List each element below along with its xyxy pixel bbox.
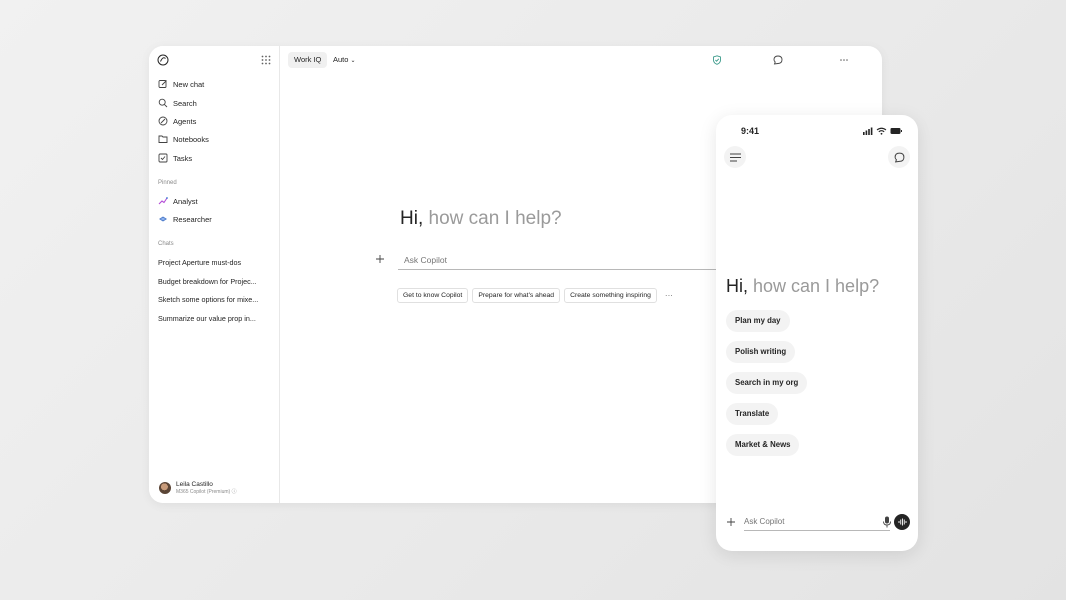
chat-item[interactable]: Summarize our value prop in... — [158, 314, 268, 323]
chat-item[interactable]: Budget breakdown for Projec... — [158, 277, 268, 286]
nav-notebooks[interactable]: Notebooks — [158, 132, 209, 146]
sidebar: New chat Search Agents Notebooks Tasks P… — [149, 46, 280, 503]
agents-icon — [158, 116, 168, 126]
nav-new-chat[interactable]: New chat — [158, 77, 204, 91]
chat-item[interactable]: Project Aperture must-dos — [158, 258, 268, 267]
microphone-icon[interactable] — [882, 516, 892, 528]
compose-icon — [158, 80, 167, 88]
voice-wave-icon — [898, 518, 906, 526]
work-iq-toggle[interactable]: Work IQ — [288, 52, 328, 68]
more-options-icon[interactable] — [839, 55, 849, 65]
suggestion-chip[interactable]: Translate — [726, 403, 779, 425]
menu-icon — [729, 153, 741, 161]
status-time: 9:41 — [741, 126, 760, 136]
nav-label: Search — [173, 98, 197, 108]
suggestion-chip[interactable]: Market & News — [726, 434, 800, 456]
add-icon[interactable] — [726, 517, 736, 527]
mode-dropdown[interactable]: Auto ⌄ — [333, 52, 356, 68]
ask-copilot-input[interactable] — [744, 513, 890, 531]
chats-section-label: Chats — [158, 241, 174, 247]
suggestion-chip[interactable]: Plan my day — [726, 310, 790, 332]
avatar — [159, 482, 171, 494]
user-profile[interactable]: Leila Castillo M365 Copilot (Premium) ⓘ — [159, 479, 237, 497]
nav-agents[interactable]: Agents — [158, 114, 196, 128]
nav-label: Tasks — [173, 153, 193, 163]
voice-mode-button[interactable] — [894, 514, 910, 530]
add-icon[interactable] — [375, 254, 385, 264]
pinned-item-analyst[interactable]: Analyst — [158, 194, 198, 208]
status-bar-icons — [863, 127, 902, 135]
nav-label: Notebooks — [173, 134, 209, 144]
info-icon: ⓘ — [231, 488, 237, 495]
suggestion-chip[interactable]: Search in my org — [726, 372, 808, 394]
ask-copilot-input[interactable] — [398, 250, 728, 270]
pinned-item-researcher[interactable]: Researcher — [158, 212, 212, 226]
nav-label: Agents — [173, 116, 197, 126]
suggestion-chip[interactable]: Polish writing — [726, 341, 796, 363]
nav-label: Researcher — [173, 214, 212, 224]
menu-button[interactable] — [724, 146, 746, 168]
greeting: Hi, how can I help? — [726, 276, 880, 296]
new-chat-button[interactable] — [888, 146, 910, 168]
suggestion-chip[interactable]: Get to know Copilot — [397, 288, 469, 303]
nav-label: Analyst — [173, 196, 198, 206]
chat-item[interactable]: Sketch some options for mixe... — [158, 295, 268, 304]
new-chat-icon[interactable] — [773, 55, 783, 65]
nav-search[interactable]: Search — [158, 96, 197, 110]
phone-mockup: 9:41 Hi, how can I help? Plan my day Pol… — [716, 115, 918, 551]
greeting: Hi, how can I help? — [400, 208, 562, 229]
app-launcher-icon[interactable] — [261, 55, 271, 65]
nav-tasks[interactable]: Tasks — [158, 151, 192, 165]
more-suggestions-button[interactable]: ··· — [665, 291, 673, 300]
search-icon — [158, 98, 168, 108]
composer — [726, 511, 910, 533]
tasks-icon — [158, 153, 168, 163]
notebook-icon — [158, 135, 168, 143]
analyst-icon — [158, 197, 168, 205]
shield-icon[interactable] — [712, 55, 722, 65]
user-name: Leila Castillo — [176, 480, 213, 488]
user-plan: M365 Copilot (Premium) ⓘ — [176, 488, 237, 495]
top-bar: Work IQ Auto ⌄ — [288, 52, 874, 68]
nav-label: New chat — [173, 79, 205, 89]
suggestion-chip[interactable]: Prepare for what's ahead — [472, 288, 561, 303]
suggestion-chips: Get to know Copilot Prepare for what's a… — [397, 288, 673, 303]
chevron-down-icon: ⌄ — [350, 58, 356, 64]
new-chat-icon — [894, 152, 904, 163]
suggestion-chip[interactable]: Create something inspiring — [564, 288, 657, 303]
copilot-logo-icon[interactable] — [157, 54, 169, 66]
pinned-section-label: Pinned — [158, 180, 177, 186]
researcher-icon — [159, 216, 167, 222]
